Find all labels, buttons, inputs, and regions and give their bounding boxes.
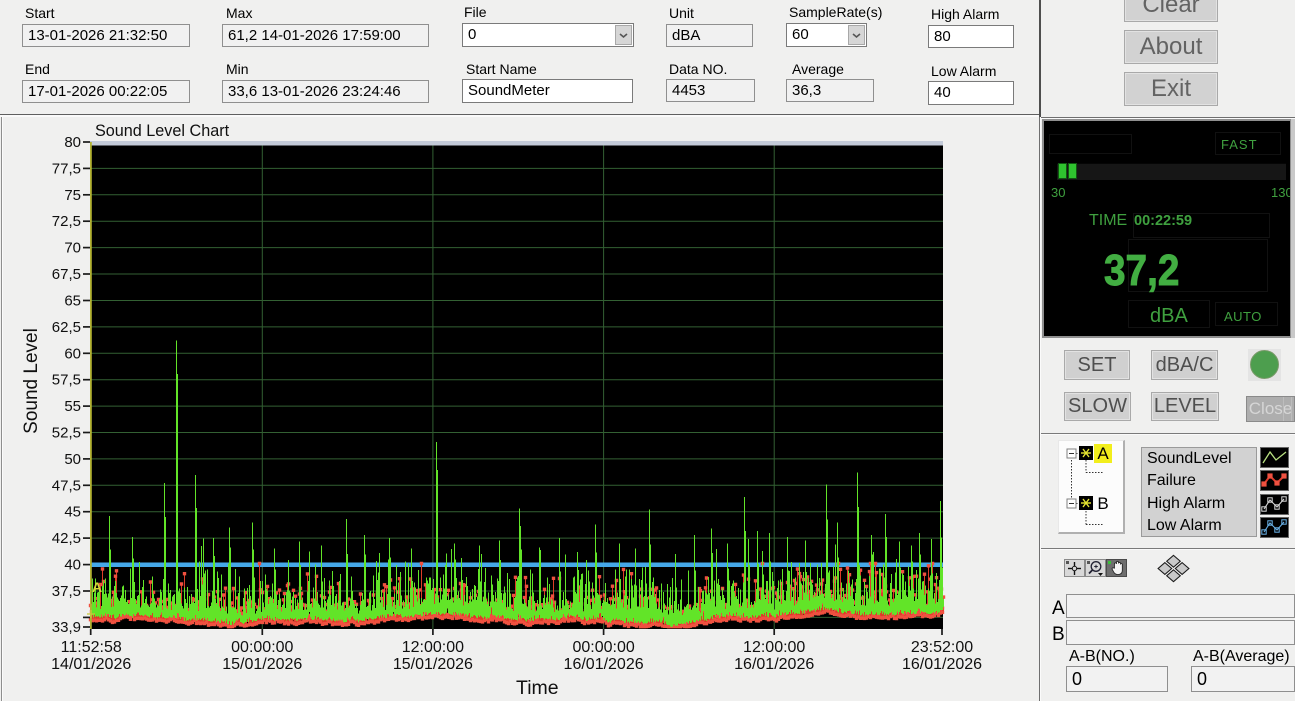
svg-text:Time: Time: [516, 677, 559, 699]
svg-text:11:52:58: 11:52:58: [61, 639, 122, 656]
svg-text:33,9: 33,9: [52, 619, 81, 636]
svg-text:55: 55: [64, 398, 81, 415]
svg-text:16/01/2026: 16/01/2026: [564, 656, 644, 673]
svg-text:75: 75: [64, 187, 81, 204]
svg-text:12:00:00: 12:00:00: [402, 639, 464, 656]
svg-text:Sound Level: Sound Level: [21, 328, 42, 434]
svg-text:70: 70: [64, 240, 81, 257]
svg-text:00:00:00: 00:00:00: [572, 639, 634, 656]
svg-text:42,5: 42,5: [52, 530, 81, 547]
svg-text:16/01/2026: 16/01/2026: [734, 656, 814, 673]
svg-text:37,5: 37,5: [52, 583, 81, 600]
svg-text:00:00:00: 00:00:00: [231, 639, 293, 656]
svg-text:A: A: [92, 579, 102, 595]
svg-text:72,5: 72,5: [52, 213, 81, 230]
svg-text:40: 40: [64, 557, 81, 574]
svg-text:60: 60: [64, 345, 81, 362]
svg-text:45: 45: [64, 504, 81, 521]
svg-text:Sound Level Chart: Sound Level Chart: [95, 122, 230, 140]
svg-text:80: 80: [64, 134, 81, 151]
svg-text:62,5: 62,5: [52, 319, 81, 336]
svg-text:47,5: 47,5: [52, 477, 81, 494]
svg-text:65: 65: [64, 293, 81, 310]
svg-text:14/01/2026: 14/01/2026: [51, 656, 131, 673]
svg-text:15/01/2026: 15/01/2026: [222, 656, 302, 673]
svg-text:B: B: [1097, 494, 1108, 513]
svg-text:15/01/2026: 15/01/2026: [393, 656, 473, 673]
svg-text:57,5: 57,5: [52, 372, 81, 389]
svg-text:67,5: 67,5: [52, 266, 81, 283]
svg-text:52,5: 52,5: [52, 425, 81, 442]
svg-text:77,5: 77,5: [52, 160, 81, 177]
svg-text:12:00:00: 12:00:00: [743, 639, 805, 656]
svg-text:50: 50: [64, 451, 81, 468]
svg-text:16/01/2026: 16/01/2026: [902, 656, 982, 673]
svg-text:A: A: [1097, 444, 1109, 463]
svg-text:23:52:00: 23:52:00: [911, 639, 973, 656]
